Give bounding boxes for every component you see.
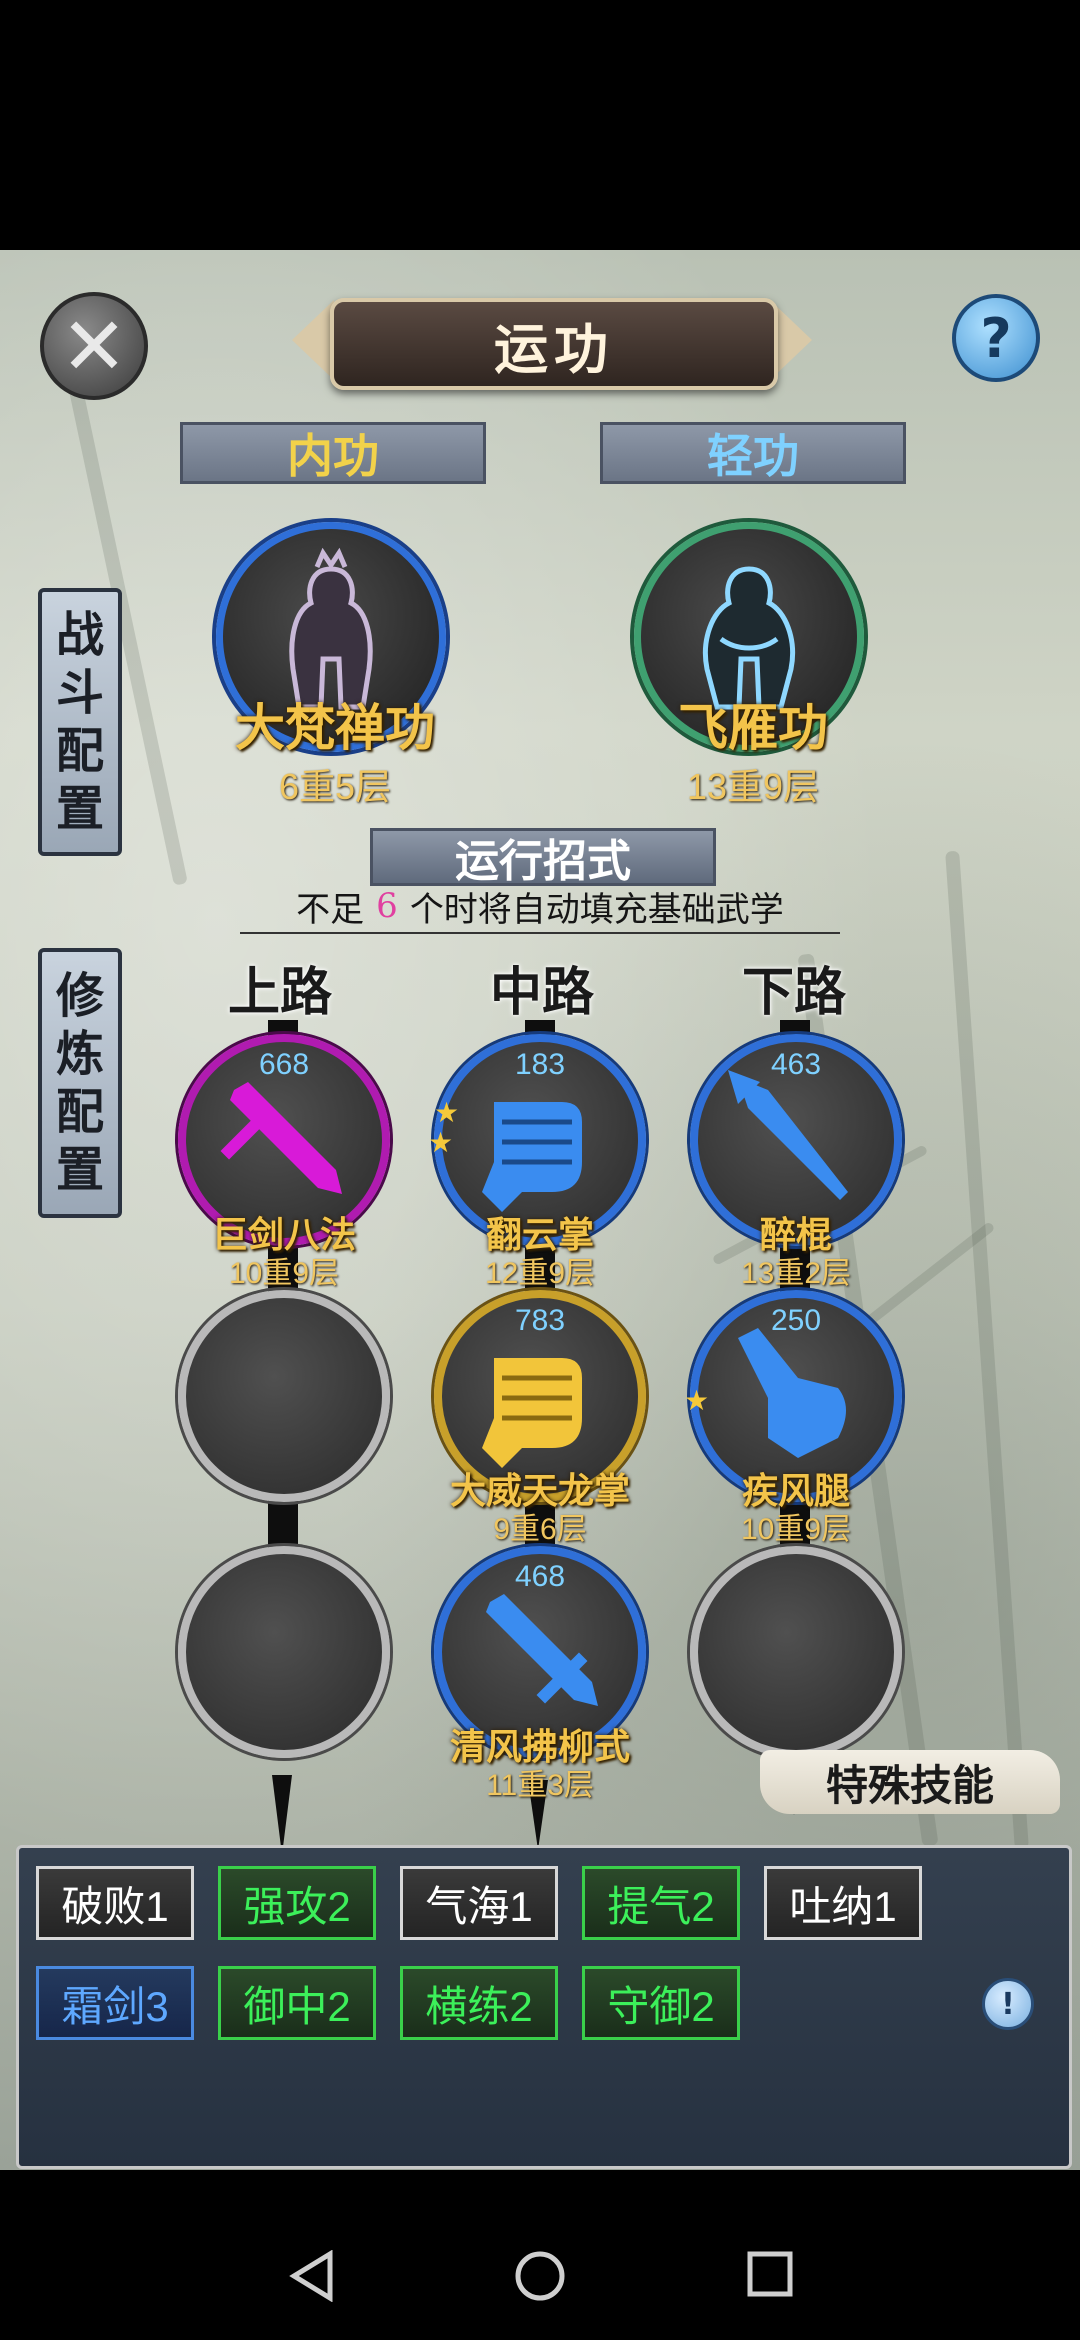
chip-label: 守御2	[607, 1982, 715, 2030]
hint-prefix: 不足	[296, 889, 365, 930]
train-config-char: 炼	[55, 1026, 104, 1082]
chip-label: 提气2	[607, 1882, 715, 1930]
skill-slot-top-2-empty[interactable]	[178, 1290, 390, 1502]
special-chip[interactable]: 守御2	[582, 1966, 740, 2040]
page-title: 运功	[494, 316, 614, 381]
chip-label: 破败1	[61, 1882, 169, 1930]
special-chip[interactable]: 破败1	[36, 1866, 194, 1940]
skill-level-bottom-1: 13重2层	[740, 1257, 852, 1290]
skill-count-middle-1: 183	[514, 1048, 566, 1081]
column-header-bottom: 下路	[742, 962, 847, 1023]
title-banner: 运功	[330, 298, 778, 390]
skill-slot-bottom-3-empty[interactable]	[690, 1546, 902, 1758]
hint-number: 6	[376, 886, 398, 926]
column-header-top: 上路	[228, 962, 333, 1023]
special-chip[interactable]: 吐纳1	[764, 1866, 922, 1940]
battle-config-char: 置	[55, 781, 104, 837]
title-left-chevron	[292, 300, 334, 380]
battle-config-char: 斗	[55, 665, 104, 721]
chip-label: 御中2	[243, 1982, 351, 2030]
tab-qinggong-label: 轻功	[707, 429, 799, 483]
tab-qinggong[interactable]: 轻功	[600, 422, 906, 484]
skill-level-bottom-2: 10重9层	[740, 1513, 852, 1546]
chip-label: 强攻2	[243, 1882, 351, 1930]
special-chip[interactable]: 霜剑3	[36, 1966, 194, 2040]
neigong-skill-name: 大梵禅功	[235, 698, 435, 757]
recent-apps-icon[interactable]	[746, 2250, 794, 2302]
train-config-char: 修	[55, 968, 104, 1024]
back-icon[interactable]	[288, 2249, 336, 2306]
chip-label: 气海1	[425, 1882, 533, 1930]
neigong-skill-level: 6重5层	[278, 766, 392, 807]
chip-label: 霜剑3	[61, 1982, 169, 2030]
exclamation-icon[interactable]: !	[982, 1978, 1034, 2030]
train-config-char: 配	[55, 1084, 104, 1140]
rope-tail	[272, 1775, 292, 1855]
special-chip[interactable]: 气海1	[400, 1866, 558, 1940]
close-button[interactable]: ✕	[40, 292, 148, 400]
column-header-middle: 中路	[490, 962, 595, 1023]
skill-level-middle-1: 12重9层	[484, 1257, 596, 1290]
special-chip[interactable]: 御中2	[218, 1966, 376, 2040]
qinggong-skill-name: 飞雁功	[678, 698, 828, 757]
auto-fill-hint: 不足 6 个时将自动填充基础武学	[240, 880, 840, 934]
star-icon: ★	[684, 1384, 710, 1417]
skill-count-middle-3: 468	[514, 1560, 566, 1593]
tab-neigong-label: 内功	[287, 429, 379, 483]
skill-count-bottom-2: 250	[770, 1304, 822, 1337]
help-button[interactable]: ?	[952, 294, 1040, 382]
home-icon[interactable]	[514, 2250, 566, 2306]
special-skills-title: 特殊技能	[825, 1760, 994, 1810]
skill-count-top-1: 668	[258, 1048, 310, 1081]
battle-config-char: 战	[55, 607, 104, 663]
star-icon: ★	[428, 1126, 454, 1159]
train-config-char: 置	[55, 1142, 104, 1198]
close-icon: ✕	[60, 299, 128, 393]
game-screen: ✕ 运功 ? 内功 轻功 战 斗 配 置 修 炼 配 置 大梵禅功 6重5层 飞…	[0, 250, 1080, 2170]
special-chip[interactable]: 横练2	[400, 1966, 558, 2040]
star-icon: ★	[434, 1096, 460, 1129]
qinggong-skill-level: 13重9层	[686, 766, 820, 807]
skill-slot-top-3-empty[interactable]	[178, 1546, 390, 1758]
skill-count-bottom-1: 463	[770, 1048, 822, 1081]
chip-label: 横练2	[425, 1982, 533, 2030]
skill-count-middle-2: 783	[514, 1304, 566, 1337]
battle-config-button[interactable]: 战 斗 配 置	[38, 588, 122, 856]
hint-suffix: 个时将自动填充基础武学	[409, 889, 784, 930]
help-icon: ?	[980, 306, 1012, 370]
skill-level-middle-2: 9重6层	[493, 1513, 587, 1546]
train-config-button[interactable]: 修 炼 配 置	[38, 948, 122, 1218]
chip-label: 吐纳1	[789, 1882, 897, 1930]
run-moves-banner: 运行招式	[370, 828, 716, 887]
battle-config-char: 配	[55, 723, 104, 779]
special-chip[interactable]: 提气2	[582, 1866, 740, 1940]
bamboo-decoration	[945, 850, 1029, 1850]
special-chip[interactable]: 强攻2	[218, 1866, 376, 1940]
skill-level-middle-3: 11重3层	[486, 1769, 594, 1802]
special-skills-label: 特殊技能	[760, 1750, 1060, 1814]
skill-level-top-1: 10重9层	[228, 1257, 340, 1290]
tab-neigong[interactable]: 内功	[180, 422, 486, 484]
